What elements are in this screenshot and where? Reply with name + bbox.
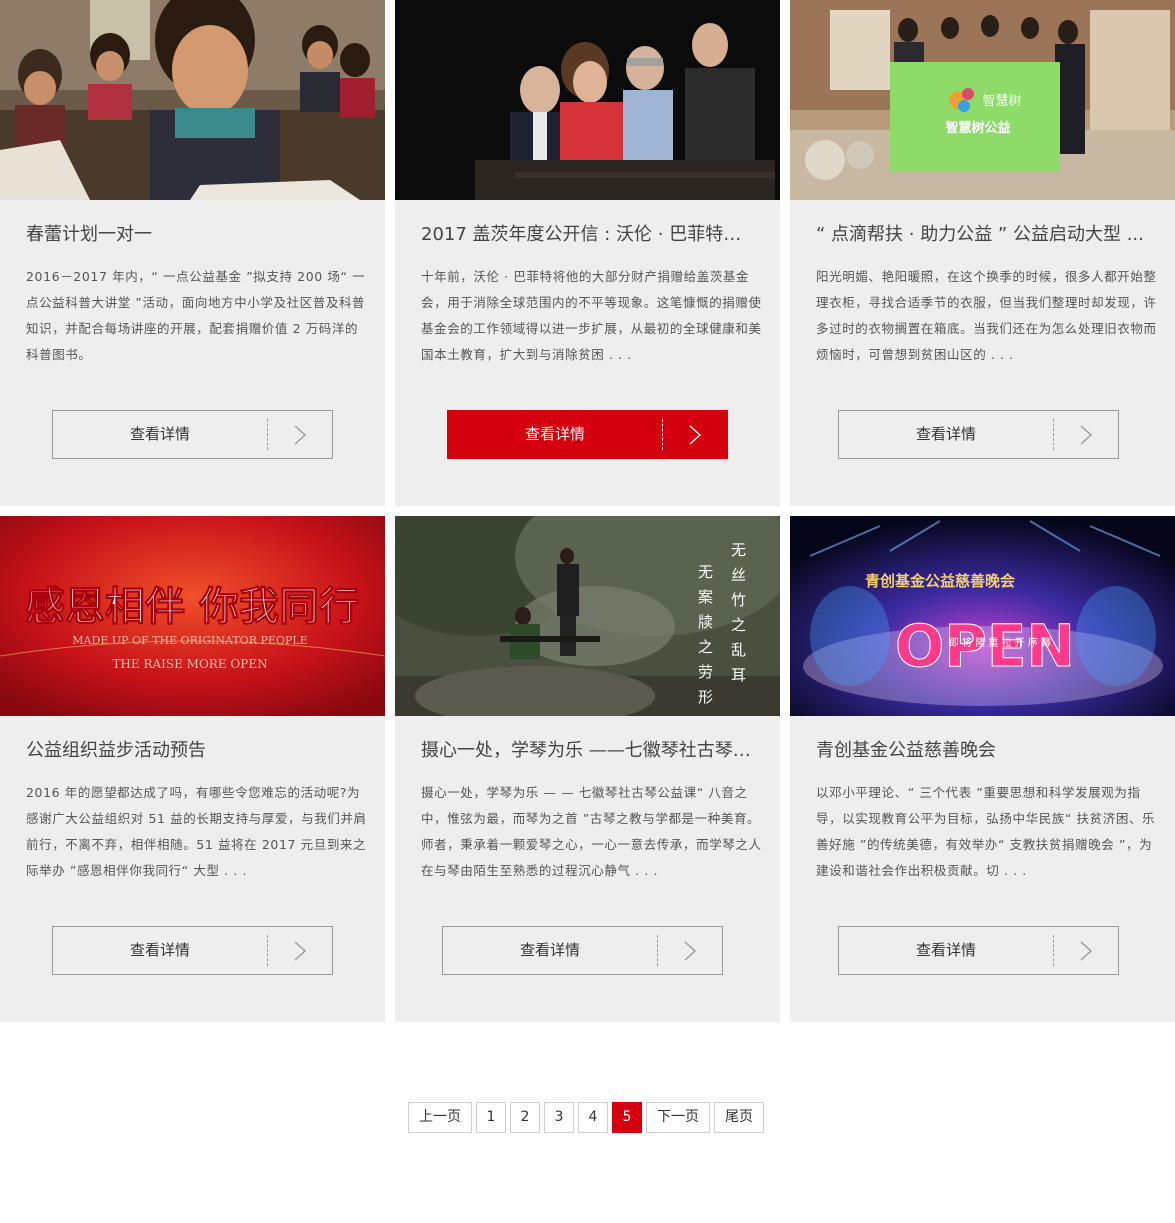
article-image[interactable] bbox=[0, 0, 385, 200]
chevron-right-icon bbox=[267, 411, 333, 458]
article-summary: 阳光明媚、艳阳暖照，在这个换季的时候，很多人都开始整理衣柜，寻找合适季节的衣服，… bbox=[816, 269, 1157, 362]
poem-column-2: 无案牍之劳形 bbox=[696, 564, 714, 714]
view-details-label: 查看详情 bbox=[519, 941, 580, 959]
article-title[interactable]: 青创基金公益慈善晚会 bbox=[816, 738, 1150, 764]
article-image[interactable] bbox=[395, 0, 780, 200]
view-details-label: 查看详情 bbox=[915, 425, 976, 443]
article-title[interactable]: “ 点滴帮扶 · 助力公益 ” 公益启动大型 ... bbox=[816, 222, 1150, 248]
article-image[interactable]: 感恩相伴 你我同行 MADE UP OF THE ORIGINATOR PEOP… bbox=[0, 516, 385, 716]
chevron-right-icon bbox=[1053, 927, 1119, 974]
chevron-right-icon bbox=[267, 927, 333, 974]
view-details-button[interactable]: 查看详情 bbox=[838, 410, 1119, 459]
poster-line-2: THE RAISE MORE OPEN bbox=[112, 657, 267, 671]
poster-headline: 感恩相伴 你我同行 bbox=[25, 584, 359, 630]
page-5-current[interactable]: 5 bbox=[612, 1102, 642, 1133]
article-title[interactable]: 春蕾计划一对一 bbox=[26, 222, 359, 248]
article-title[interactable]: 摄心一处，学琴为乐 ——七徽琴社古琴 ... bbox=[421, 738, 754, 764]
next-page-button[interactable]: 下一页 bbox=[646, 1102, 710, 1133]
stage-headline: 青创基金公益慈善晚会 bbox=[865, 572, 1015, 590]
article-summary: 2016 年的愿望都达成了吗，有哪些令您难忘的活动呢?为感谢广大公益组织对 51… bbox=[26, 785, 367, 878]
page-2-button[interactable]: 2 bbox=[510, 1102, 540, 1133]
chevron-right-icon bbox=[657, 927, 723, 974]
chevron-right-icon bbox=[1053, 411, 1119, 458]
view-details-button[interactable]: 查看详情 bbox=[52, 410, 333, 459]
last-page-button[interactable]: 尾页 bbox=[714, 1102, 764, 1133]
article-card: 无丝竹之乱耳 无案牍之劳形 摄心一处，学琴为乐 ——七徽琴社古琴 ... 摄心一… bbox=[395, 516, 780, 1022]
article-card: 2017 盖茨年度公开信 : 沃伦 · 巴菲特的 ... 十年前，沃伦 · 巴菲… bbox=[395, 0, 780, 506]
article-title[interactable]: 2017 盖茨年度公开信 : 沃伦 · 巴菲特的 ... bbox=[421, 222, 754, 248]
banner-logo-text: 智慧树 bbox=[982, 93, 1021, 109]
article-image[interactable]: 青创基金公益慈善晚会 OPEN 即 将 隆 重 拉 开 序 幕 bbox=[790, 516, 1175, 716]
view-details-label: 查看详情 bbox=[129, 941, 190, 959]
article-summary: 2016－2017 年内，“ 一点公益基金 ”拟支持 200 场“ 一点公益科普… bbox=[26, 269, 366, 362]
article-image[interactable]: 智慧树 智慧树公益 bbox=[790, 0, 1175, 200]
view-details-button[interactable]: 查看详情 bbox=[838, 926, 1119, 975]
article-summary: 以邓小平理论、“ 三个代表 ”重要思想和科学发展观为指导，以实现教育公平为目标，… bbox=[816, 785, 1156, 878]
view-details-button[interactable]: 查看详情 bbox=[447, 410, 728, 459]
view-details-label: 查看详情 bbox=[129, 425, 190, 443]
prev-page-button[interactable]: 上一页 bbox=[408, 1102, 472, 1133]
poster-line-1: MADE UP OF THE ORIGINATOR PEOPLE bbox=[72, 634, 307, 647]
article-card: 智慧树 智慧树公益 “ 点滴帮扶 · 助力公益 ” 公益启动大型 ... 阳光明… bbox=[790, 0, 1175, 506]
article-summary: 十年前，沃伦 · 巴菲特将他的大部分财产捐赠给盖茨基金会，用于消除全球范围内的不… bbox=[421, 269, 762, 362]
stage-subtitle: 即 将 隆 重 拉 开 序 幕 bbox=[949, 636, 1051, 649]
poem-column-1: 无丝竹之乱耳 bbox=[729, 542, 747, 692]
view-details-label: 查看详情 bbox=[524, 425, 585, 443]
view-details-button[interactable]: 查看详情 bbox=[442, 926, 723, 975]
article-image[interactable]: 无丝竹之乱耳 无案牍之劳形 bbox=[395, 516, 780, 716]
page-3-button[interactable]: 3 bbox=[544, 1102, 574, 1133]
article-card: 春蕾计划一对一 2016－2017 年内，“ 一点公益基金 ”拟支持 200 场… bbox=[0, 0, 385, 506]
article-summary: 摄心一处，学琴为乐 — — 七徽琴社古琴公益课“ 八音之中，惟弦为最，而琴为之首… bbox=[421, 785, 762, 878]
chevron-right-icon bbox=[662, 411, 728, 458]
article-title[interactable]: 公益组织益步活动预告 bbox=[26, 738, 359, 764]
page-4-button[interactable]: 4 bbox=[578, 1102, 608, 1133]
article-card: 青创基金公益慈善晚会 OPEN 即 将 隆 重 拉 开 序 幕 青创基金公益慈善… bbox=[790, 516, 1175, 1022]
banner-title-text: 智慧树公益 bbox=[945, 120, 1010, 136]
view-details-button[interactable]: 查看详情 bbox=[52, 926, 333, 975]
article-card: 感恩相伴 你我同行 MADE UP OF THE ORIGINATOR PEOP… bbox=[0, 516, 385, 1022]
page-1-button[interactable]: 1 bbox=[476, 1102, 506, 1133]
pagination: 上一页 1 2 3 4 5 下一页 尾页 bbox=[0, 1102, 1175, 1133]
view-details-label: 查看详情 bbox=[915, 941, 976, 959]
